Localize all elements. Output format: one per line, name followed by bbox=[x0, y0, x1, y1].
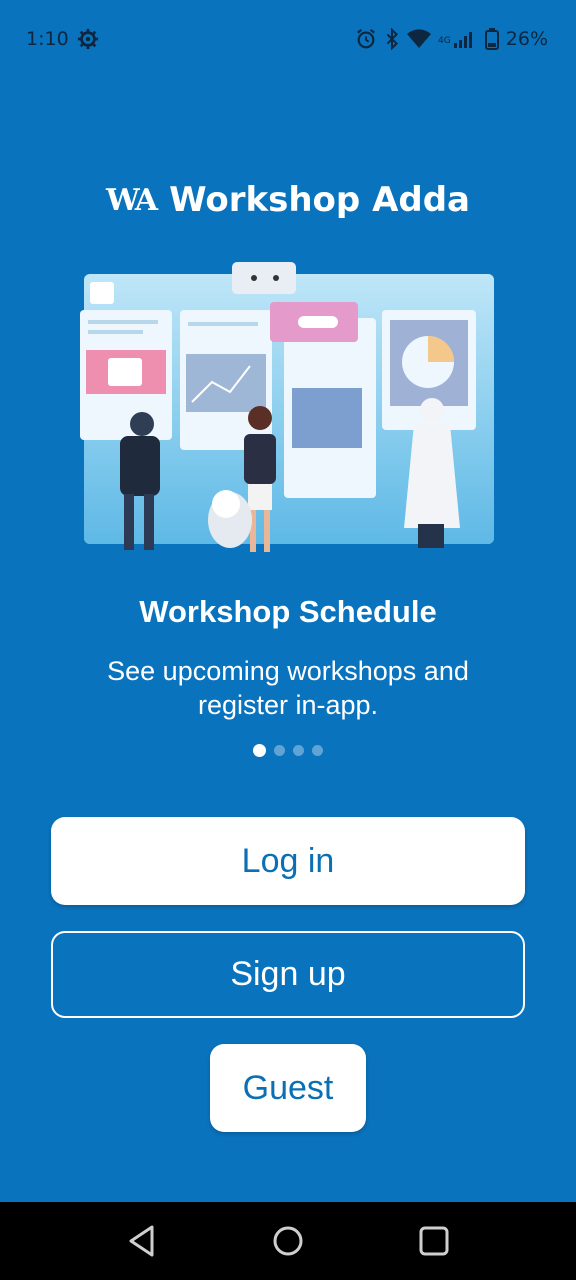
battery-level: 26% bbox=[505, 28, 548, 50]
pager-dot-2[interactable] bbox=[274, 745, 285, 756]
onboarding-illustration bbox=[80, 258, 496, 558]
battery-icon bbox=[484, 28, 499, 50]
home-icon[interactable] bbox=[271, 1224, 305, 1258]
pager-dot-3[interactable] bbox=[293, 745, 304, 756]
brand-header: WA Workshop Adda bbox=[0, 180, 576, 220]
signal-icon: 4G bbox=[438, 29, 478, 49]
pager-dot-4[interactable] bbox=[312, 745, 323, 756]
signup-button[interactable]: Sign up bbox=[51, 931, 525, 1018]
pager-dot-1[interactable] bbox=[253, 744, 266, 757]
alarm-icon bbox=[355, 28, 377, 50]
svg-text:4G: 4G bbox=[438, 36, 451, 46]
guest-button[interactable]: Guest bbox=[210, 1044, 366, 1132]
wifi-icon bbox=[406, 29, 431, 49]
settings-gear-icon bbox=[77, 28, 99, 50]
brand-name: Workshop Adda bbox=[169, 180, 470, 220]
status-right: 4G 26% bbox=[355, 28, 548, 50]
back-icon[interactable] bbox=[126, 1224, 158, 1258]
onboarding-description: See upcoming workshops and register in-a… bbox=[107, 656, 469, 720]
brand-logo-mark: WA bbox=[106, 182, 158, 218]
system-nav-bar bbox=[0, 1202, 576, 1280]
recents-icon[interactable] bbox=[418, 1225, 450, 1257]
onboarding-title: Workshop Schedule bbox=[139, 594, 437, 629]
status-bar: 1:10 4G 26% bbox=[0, 0, 576, 78]
status-time: 1:10 bbox=[26, 28, 69, 50]
status-left: 1:10 bbox=[26, 28, 99, 50]
login-button[interactable]: Log in bbox=[51, 817, 525, 905]
pager-indicator[interactable] bbox=[0, 744, 576, 757]
bluetooth-icon bbox=[384, 28, 400, 50]
